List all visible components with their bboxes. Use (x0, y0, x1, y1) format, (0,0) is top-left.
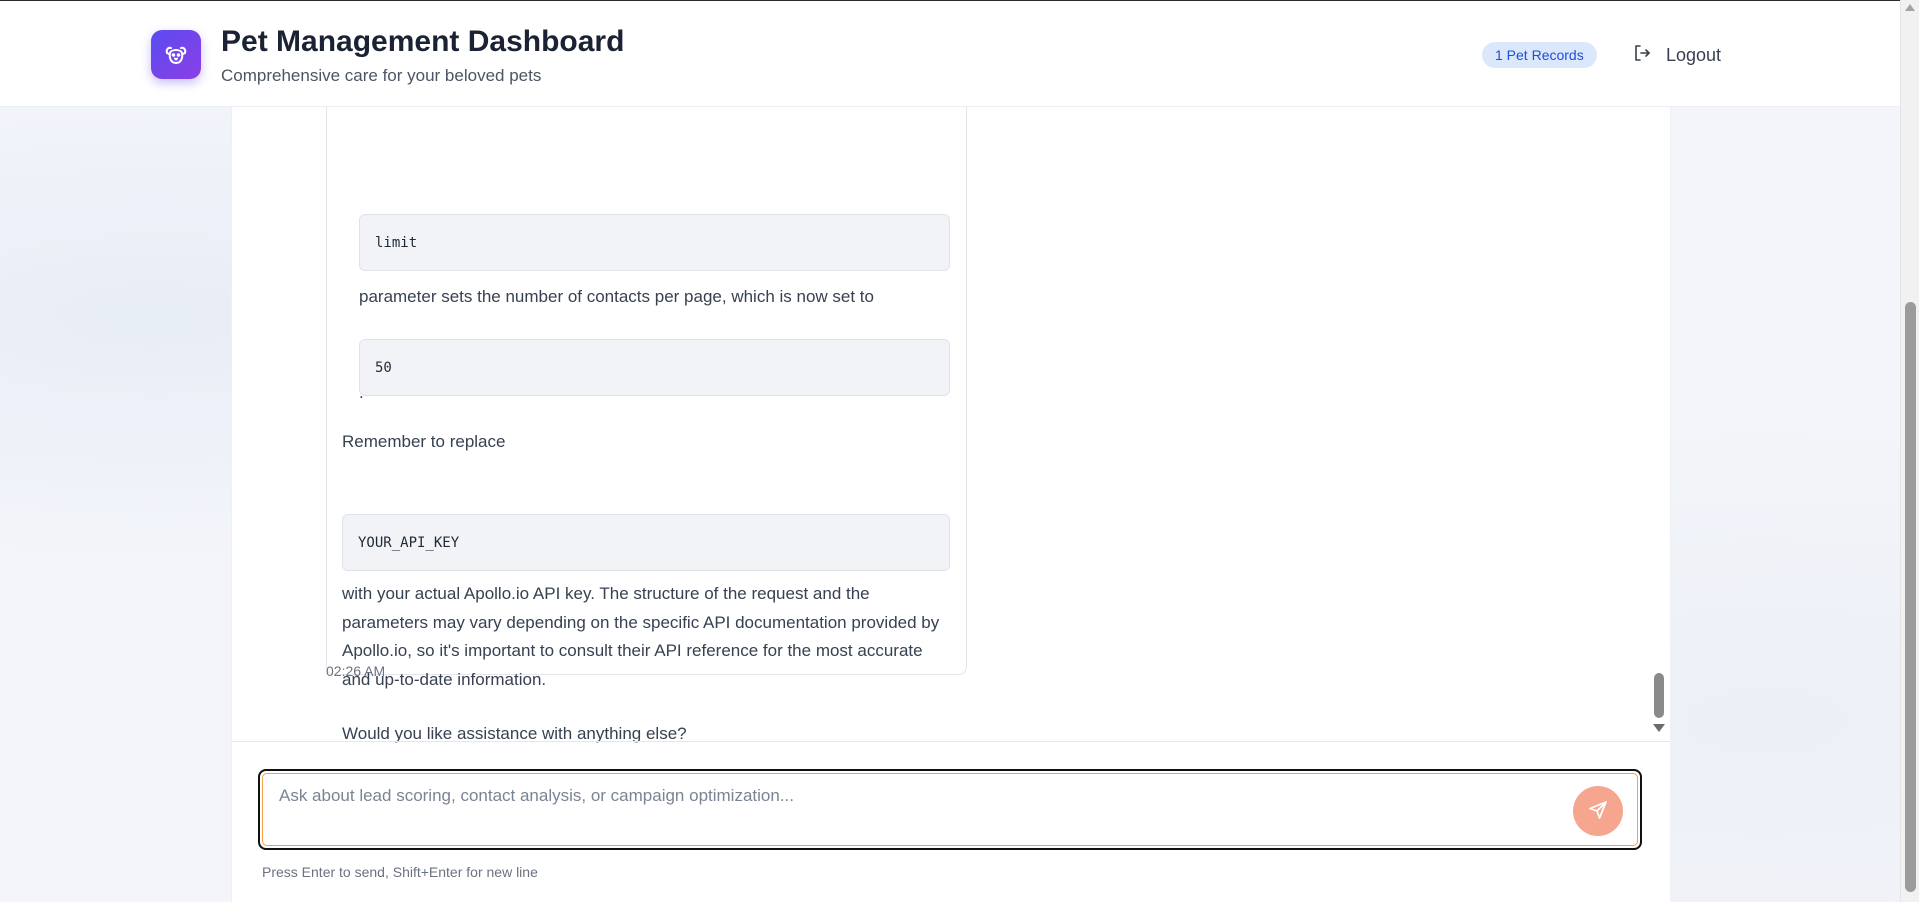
code-snippet-limit: limit (359, 214, 950, 271)
message-text: Would you like assistance with anything … (342, 724, 687, 743)
message-text: . (359, 383, 364, 402)
app-subtitle: Comprehensive care for your beloved pets (221, 66, 542, 85)
send-button[interactable] (1573, 786, 1623, 836)
composer (258, 769, 1642, 850)
pet-records-badge: 1 Pet Records (1482, 42, 1597, 68)
scroll-down-icon[interactable] (1653, 724, 1665, 732)
app-header: Pet Management Dashboard Comprehensive c… (0, 0, 1900, 107)
chat-panel: limit parameter sets the number of conta… (232, 87, 1670, 902)
code-snippet-value: 50 (359, 339, 950, 396)
message-timestamp: 02:26 AM (326, 663, 386, 679)
logout-icon (1632, 43, 1652, 68)
page-scrollbar[interactable] (1900, 0, 1919, 902)
logout-label: Logout (1666, 44, 1722, 65)
scrollbar-thumb[interactable] (1654, 673, 1664, 718)
composer-hint: Press Enter to send, Shift+Enter for new… (262, 864, 538, 880)
app-title: Pet Management Dashboard (221, 25, 625, 58)
send-icon (1587, 799, 1609, 824)
message-text: with your actual Apollo.io API key. The … (342, 584, 940, 689)
logout-button[interactable]: Logout (1632, 39, 1721, 71)
message-text: Remember to replace (342, 432, 506, 451)
message-text: parameter sets the number of contacts pe… (359, 287, 874, 306)
composer-field (262, 773, 1638, 846)
paw-icon (151, 30, 201, 79)
assistant-message: limit parameter sets the number of conta… (326, 87, 967, 743)
code-snippet-api-key: YOUR_API_KEY (342, 514, 950, 571)
composer-divider (232, 741, 1670, 742)
page-scrollbar-thumb[interactable] (1905, 302, 1916, 892)
scroll-up-icon[interactable] (1905, 4, 1915, 11)
message-scrollbar[interactable] (1652, 107, 1666, 741)
chat-input[interactable] (279, 786, 1549, 826)
message-list[interactable]: limit parameter sets the number of conta… (232, 87, 1670, 743)
